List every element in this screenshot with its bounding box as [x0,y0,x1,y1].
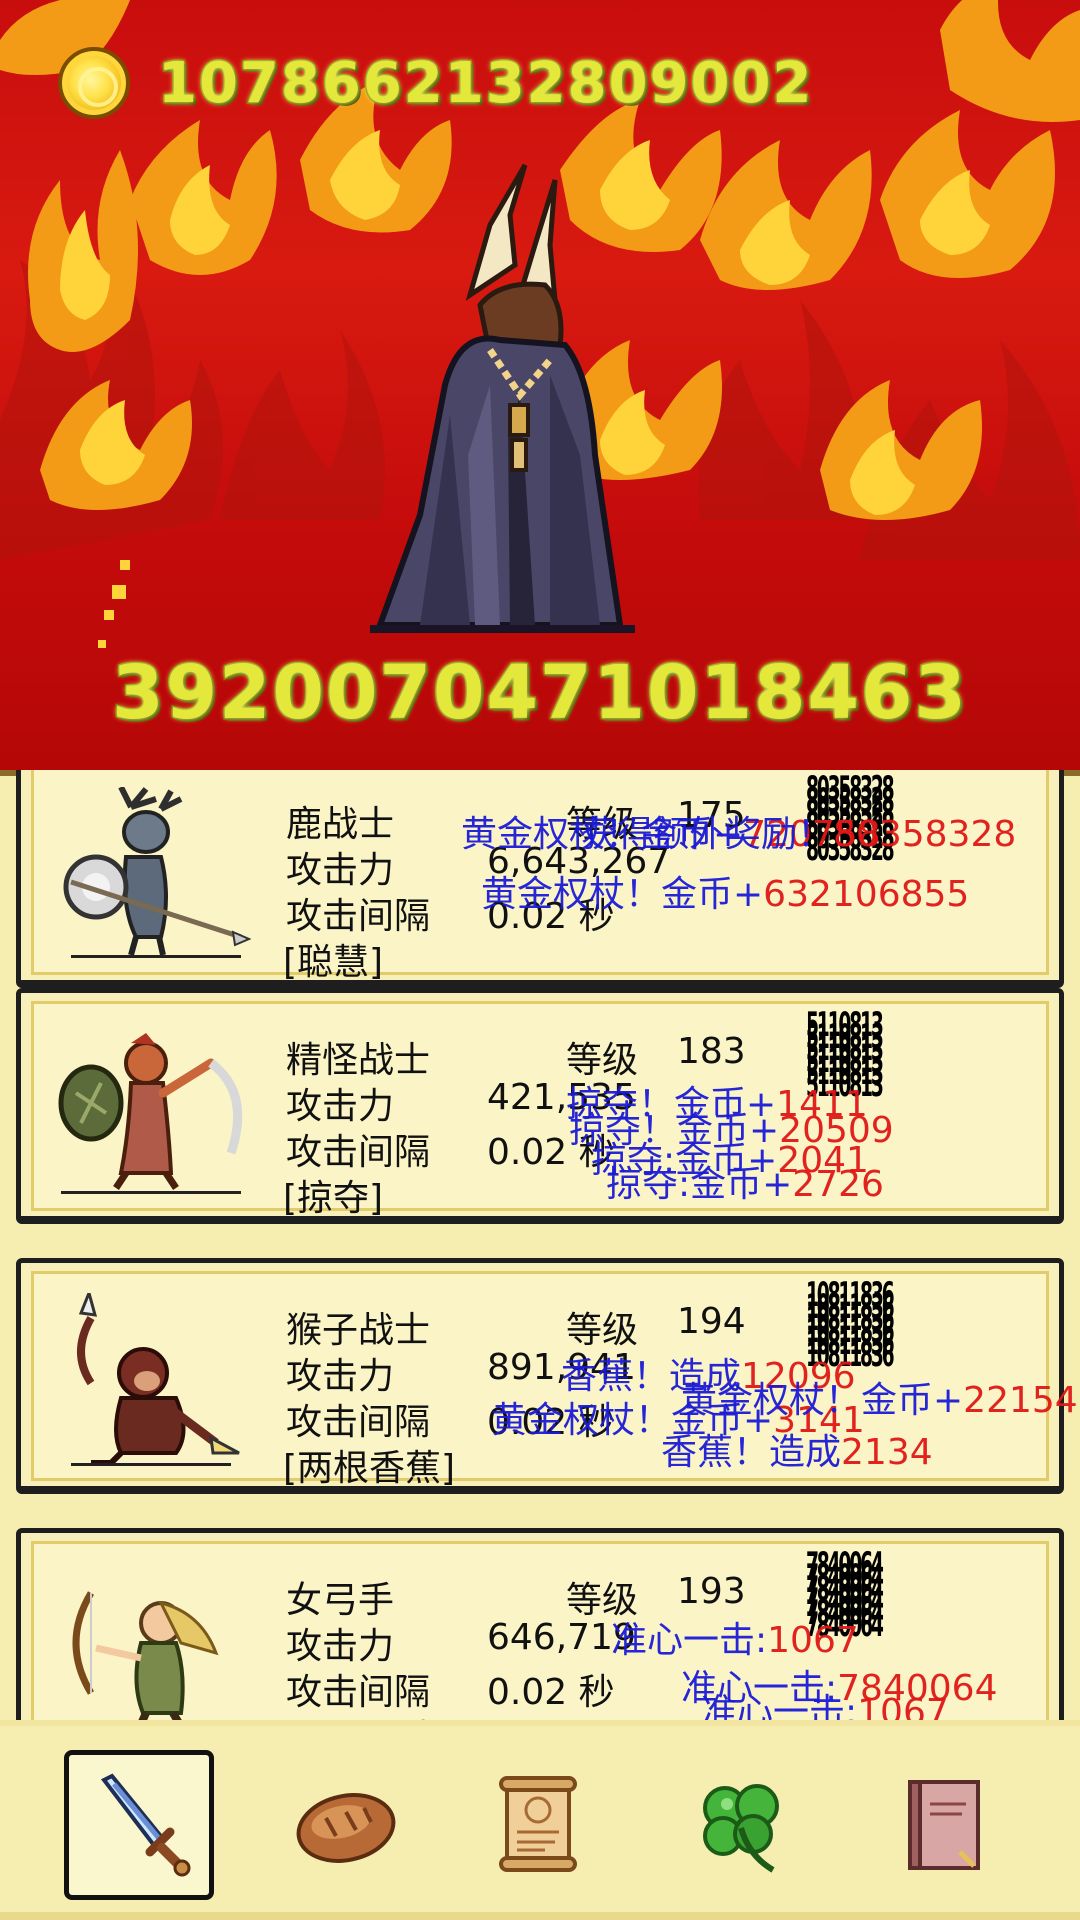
level-value: 183 [677,1031,746,1072]
menu-luck-button[interactable] [667,1750,817,1900]
interval-label: 攻击间隔 [286,1132,431,1173]
skill-label: [掠夺] [283,1178,384,1219]
menu-food-button[interactable] [271,1750,421,1900]
combat-float-text: 黄金权杖！金币+632106855 [481,874,970,915]
combat-float-number: 2134 [841,1432,933,1473]
interval-value: 0.02 秒 [487,1672,615,1713]
menu-footer [0,1912,1080,1920]
combat-float-text: 掠夺:金币+2726 [606,1164,884,1205]
female-archer-sprite [51,1563,251,1720]
sword-icon [100,1773,191,1877]
boss-sprite[interactable] [350,155,700,645]
attack-label: 攻击力 [286,1086,395,1127]
skill-label: [准心一击] [283,1709,455,1720]
hero-card[interactable]: 鹿战士 等级 175 攻击力 6,643,267 攻击间隔 0.02 秒 [聪慧… [16,770,1064,988]
interval-label: 攻击间隔 [286,1402,431,1443]
combat-float-number: 22154 [963,1380,1078,1421]
interval-label: 攻击间隔 [286,896,431,937]
combat-float-text: 准心一击:1067 [701,1683,949,1720]
level-value: 194 [677,1301,746,1342]
goblin-warrior-sprite [51,1023,251,1198]
menu-book-button[interactable] [870,1750,1020,1900]
menu-heroes-button[interactable] [64,1750,214,1900]
hero-name: 精怪战士 [286,1040,431,1081]
battle-scene[interactable]: 1078662132809002 3920070471018463 [0,0,1080,770]
gold-counter: 1078662132809002 [58,46,813,120]
gold-amount: 1078662132809002 [156,49,814,117]
card-bottom-border [21,1216,1059,1224]
level-label: 等级 [566,1310,639,1351]
skill-label: [两根香蕉] [283,1448,456,1489]
combat-float-text: 获得额外奖励！80358328 [581,814,1017,855]
combat-float-number: 2726 [792,1164,884,1205]
attack-label: 攻击力 [286,1356,395,1397]
hero-card[interactable]: 女弓手 等级 193 攻击力 646,719 攻击间隔 0.02 秒 [准心一击… [16,1528,1064,1720]
hero-name: 鹿战士 [286,804,395,845]
combat-float-text: 黄金权杖！金币+22154 [681,1380,1078,1421]
attack-label: 攻击力 [286,850,395,891]
card-bottom-border [21,1486,1059,1494]
skill-label: [聪慧] [283,942,384,983]
hero-card[interactable]: 精怪战士 等级 183 攻击力 421,535 攻击间隔 0.02 秒 [掠夺]… [16,988,1064,1224]
monkey-warrior-sprite [51,1288,251,1468]
scroll-icon [499,1776,577,1872]
clover-icon [703,1784,779,1873]
menu-scroll-button[interactable] [465,1750,615,1900]
combat-float-number: 632106855 [763,874,970,915]
combat-float-number: 1067 [767,1620,859,1661]
hero-name: 女弓手 [286,1580,395,1621]
combat-float-number: 1067 [857,1692,949,1720]
card-bottom-border [21,980,1059,988]
hero-name: 猴子战士 [286,1310,431,1351]
combat-float-text: 准心一击:1067 [611,1620,859,1661]
bread-icon [296,1793,396,1863]
gold-coin-icon [58,47,130,119]
interval-label: 攻击间隔 [286,1672,431,1713]
level-value: 193 [677,1571,746,1612]
bottom-menu [0,1720,1080,1920]
book-icon [908,1780,980,1870]
boss-hp: 3920070471018463 [111,649,968,738]
hero-card[interactable]: 猴子战士 等级 194 攻击力 891,941 攻击间隔 0.02 秒 [两根香… [16,1258,1078,1494]
combat-float-text: 香蕉！造成2134 [661,1432,933,1473]
combat-float-number: 80358328 [833,814,1017,855]
deer-warrior-sprite [51,785,252,962]
attack-label: 攻击力 [286,1626,395,1667]
hero-list[interactable]: 鹿战士 等级 175 攻击力 6,643,267 攻击间隔 0.02 秒 [聪慧… [0,770,1080,1720]
